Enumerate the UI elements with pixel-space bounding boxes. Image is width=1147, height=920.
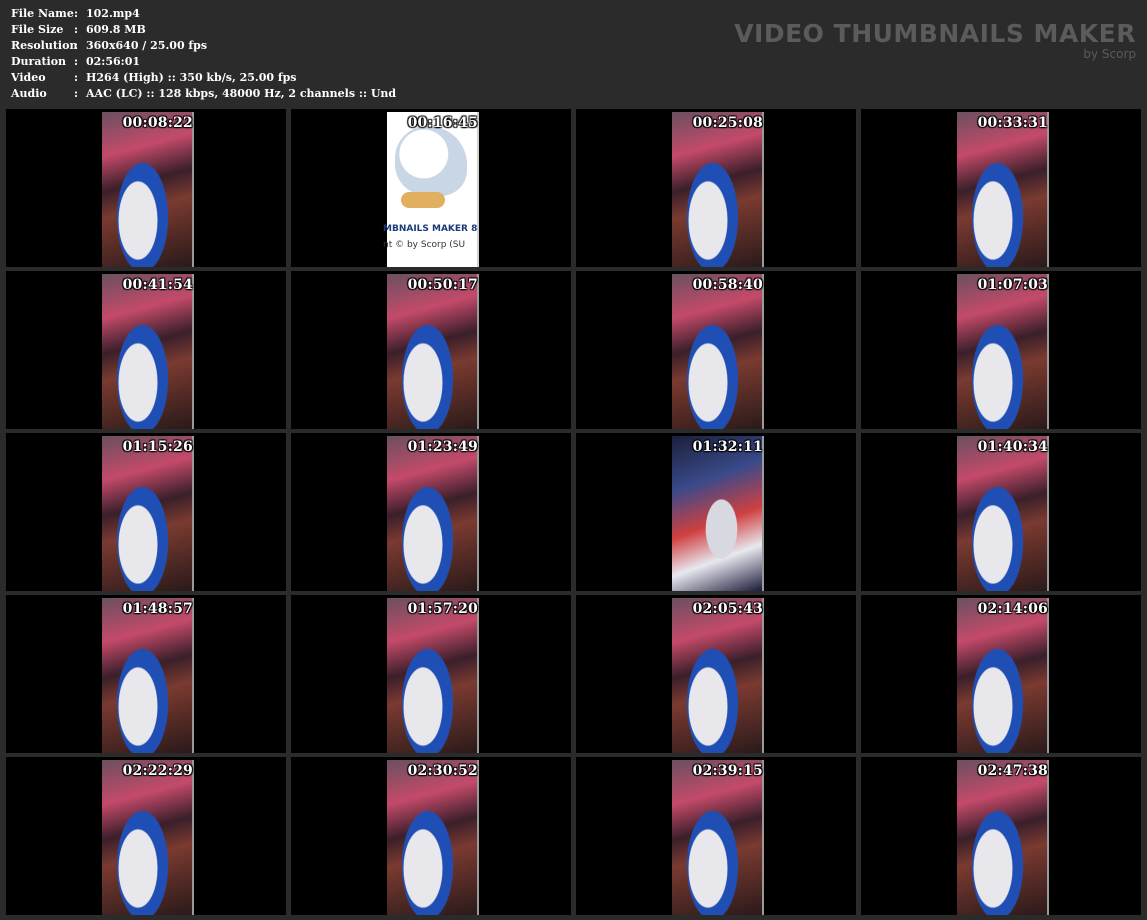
video-frame [957, 274, 1049, 429]
thumbnail-cell[interactable]: 01:48:57 [6, 595, 286, 753]
video-frame-splash: MBNAILS MAKER 8 nt © by Scorp (SU [383, 112, 479, 267]
timestamp-label: 00:41:54 [122, 277, 193, 293]
thumbnail-cell[interactable]: 02:30:52 [291, 757, 571, 915]
info-separator: : [74, 87, 79, 100]
file-info-panel: File Name : 102.mp4 File Size : 609.8 MB… [11, 6, 396, 102]
video-frame [102, 112, 194, 267]
timestamp-label: 00:50:17 [407, 277, 478, 293]
video-frame [957, 112, 1049, 267]
info-row-video: Video : H264 (High) :: 350 kb/s, 25.00 f… [11, 70, 396, 86]
info-value: 609.8 MB [86, 23, 146, 36]
thumbnail-cell[interactable]: 01:40:34 [861, 433, 1141, 591]
thumbnail-cell[interactable]: 00:58:40 [576, 271, 856, 429]
thumbnail-cell[interactable]: 02:14:06 [861, 595, 1141, 753]
thumbnail-cell[interactable]: 01:23:49 [291, 433, 571, 591]
brand-watermark: VIDEO THUMBNAILS MAKER by Scorp [734, 19, 1136, 61]
video-frame [672, 274, 764, 429]
timestamp-label: 01:48:57 [122, 601, 193, 617]
timestamp-label: 02:30:52 [407, 763, 478, 779]
info-value: 360x640 / 25.00 fps [86, 39, 208, 52]
thumbnail-cell[interactable]: 02:39:15 [576, 757, 856, 915]
thumbnail-cell[interactable]: 00:41:54 [6, 271, 286, 429]
info-value: 02:56:01 [86, 55, 141, 68]
info-key: Resolution [11, 39, 78, 52]
info-row-file-name: File Name : 102.mp4 [11, 6, 396, 22]
brand-title: VIDEO THUMBNAILS MAKER [734, 19, 1136, 48]
video-frame [387, 274, 479, 429]
timestamp-label: 02:14:06 [977, 601, 1048, 617]
timestamp-label: 00:25:08 [692, 115, 763, 131]
video-frame [102, 760, 194, 915]
info-key: File Name [11, 7, 74, 20]
info-separator: : [74, 23, 79, 36]
thumbnail-cell[interactable]: 01:15:26 [6, 433, 286, 591]
thumbnail-cell[interactable]: 01:32:11 [576, 433, 856, 591]
thumbnail-cell[interactable]: 02:22:29 [6, 757, 286, 915]
video-frame [672, 598, 764, 753]
splash-copyright: nt © by Scorp (SU [383, 240, 466, 250]
thumbnail-cell[interactable]: 00:33:31 [861, 109, 1141, 267]
info-value: AAC (LC) :: 128 kbps, 48000 Hz, 2 channe… [86, 87, 397, 100]
video-frame [672, 760, 764, 915]
video-frame [387, 760, 479, 915]
info-row-duration: Duration : 02:56:01 [11, 54, 396, 70]
info-key: Duration [11, 55, 67, 68]
thumbnail-cell[interactable]: 02:47:38 [861, 757, 1141, 915]
thumbnail-cell[interactable]: 01:57:20 [291, 595, 571, 753]
video-frame [387, 436, 479, 591]
timestamp-label: 00:58:40 [692, 277, 763, 293]
timestamp-label: 00:16:45 [407, 115, 478, 131]
video-frame [672, 436, 764, 591]
timestamp-label: 01:07:03 [977, 277, 1048, 293]
video-frame [957, 760, 1049, 915]
timestamp-label: 02:39:15 [692, 763, 763, 779]
info-separator: : [74, 7, 79, 20]
owl-logo-icon [395, 126, 467, 196]
info-row-audio: Audio : AAC (LC) :: 128 kbps, 48000 Hz, … [11, 86, 396, 102]
info-key: Video [11, 71, 46, 84]
timestamp-label: 00:33:31 [977, 115, 1048, 131]
video-frame [102, 274, 194, 429]
thumbnail-grid: 00:08:22 MBNAILS MAKER 8 nt © by Scorp (… [6, 109, 1141, 915]
info-row-resolution: Resolution : 360x640 / 25.00 fps [11, 38, 396, 54]
splash-title: MBNAILS MAKER 8 [383, 224, 478, 234]
timestamp-label: 01:15:26 [122, 439, 193, 455]
timestamp-label: 02:47:38 [977, 763, 1048, 779]
thumbnail-cell[interactable]: 02:05:43 [576, 595, 856, 753]
thumbnail-cell[interactable]: 00:50:17 [291, 271, 571, 429]
video-frame [957, 436, 1049, 591]
timestamp-label: 00:08:22 [122, 115, 193, 131]
timestamp-label: 02:05:43 [692, 601, 763, 617]
info-row-file-size: File Size : 609.8 MB [11, 22, 396, 38]
info-separator: : [74, 39, 79, 52]
timestamp-label: 01:57:20 [407, 601, 478, 617]
thumbnail-cell[interactable]: 00:25:08 [576, 109, 856, 267]
info-value: H264 (High) :: 350 kb/s, 25.00 fps [86, 71, 297, 84]
thumbnail-cell[interactable]: 00:08:22 [6, 109, 286, 267]
video-frame [102, 598, 194, 753]
info-key: Audio [11, 87, 47, 100]
brand-subtitle: by Scorp [1083, 47, 1136, 61]
timestamp-label: 01:23:49 [407, 439, 478, 455]
thumbnail-cell[interactable]: MBNAILS MAKER 8 nt © by Scorp (SU 00:16:… [291, 109, 571, 267]
info-separator: : [74, 71, 79, 84]
video-frame [957, 598, 1049, 753]
timestamp-label: 02:22:29 [122, 763, 193, 779]
info-value: 102.mp4 [86, 7, 140, 20]
video-frame [672, 112, 764, 267]
thumbnail-cell[interactable]: 01:07:03 [861, 271, 1141, 429]
info-separator: : [74, 55, 79, 68]
info-key: File Size [11, 23, 64, 36]
video-frame [102, 436, 194, 591]
scroll-icon [401, 192, 445, 208]
timestamp-label: 01:32:11 [692, 439, 763, 455]
timestamp-label: 01:40:34 [977, 439, 1048, 455]
video-frame [387, 598, 479, 753]
